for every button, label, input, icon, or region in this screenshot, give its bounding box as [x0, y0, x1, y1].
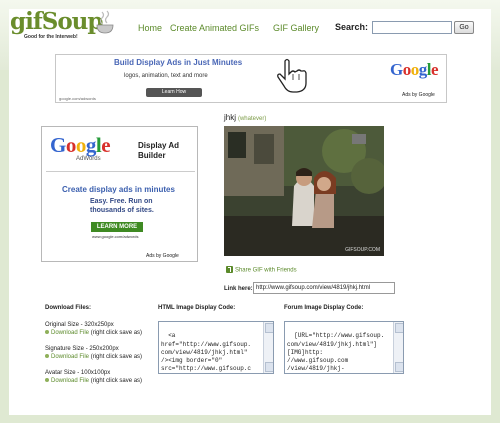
- forum-code-scrollbar[interactable]: [393, 322, 403, 373]
- gif-tag-link[interactable]: (whatever): [238, 116, 266, 122]
- link-label: Link here:: [224, 286, 253, 292]
- share-link[interactable]: Share GIF with Friends: [235, 267, 297, 273]
- gif-watermark: GIFSOUP.COM: [345, 247, 380, 253]
- download-link-signature[interactable]: Download File: [51, 354, 89, 360]
- gif-title-row: jhkj (whatever): [224, 113, 266, 122]
- top-ad-attribution[interactable]: Ads by Google: [402, 92, 435, 98]
- download-size-label: Avatar Size - 100x100px: [45, 370, 111, 376]
- download-note: (right click save as): [90, 378, 143, 384]
- bullet-icon: [45, 330, 49, 335]
- search-label: Search:: [335, 22, 369, 32]
- left-ad-headline: Create display ads in minutes: [62, 185, 175, 194]
- forum-code-textarea[interactable]: [URL="http://www.gifsoup. com/view/4819/…: [284, 321, 404, 374]
- share-row[interactable]: Share GIF with Friends: [226, 266, 297, 273]
- left-ad-google-logo: Google: [50, 133, 111, 157]
- nav-home-link[interactable]: Home: [138, 23, 162, 33]
- left-ad-sub2: thousands of sites.: [90, 207, 154, 214]
- download-link-original[interactable]: Download File: [51, 330, 89, 336]
- gif-preview-image[interactable]: GIFSOUP.COM: [224, 126, 384, 256]
- downloads-header: Download Files:: [45, 305, 92, 311]
- left-ad-divider: [46, 171, 195, 172]
- download-item-signature: Signature Size - 250x200px Download File…: [45, 345, 142, 361]
- search-input[interactable]: [372, 21, 452, 34]
- logo-text: gifSoup: [10, 8, 103, 35]
- hand-cursor-icon: [277, 58, 307, 93]
- top-ad-subline: logos, animation, text and more: [124, 73, 208, 79]
- left-ad-attribution[interactable]: Ads by Google: [146, 253, 179, 259]
- left-ad-adwords: AdWords: [76, 156, 101, 162]
- link-field[interactable]: http://www.gifsoup.com/view/4819/jhkj.ht…: [253, 282, 395, 294]
- download-size-label: Signature Size - 250x200px: [45, 346, 119, 352]
- left-ad-url: www.google.com/adwords: [92, 234, 139, 239]
- bullet-icon: [45, 354, 49, 359]
- top-ad-google-logo: Google: [390, 60, 439, 79]
- site-logo[interactable]: gifSoup Good for the Interweb!: [10, 8, 103, 48]
- top-banner-ad[interactable]: Build Display Ads in Just Minutes logos,…: [55, 54, 447, 103]
- top-ad-learn-button[interactable]: Learn How: [146, 88, 202, 97]
- html-code-header: HTML Image Display Code:: [158, 305, 236, 311]
- bullet-icon: [45, 378, 49, 383]
- html-code-textarea[interactable]: <a href="http://www.gifsoup. com/view/48…: [158, 321, 274, 374]
- nav-gallery-link[interactable]: GIF Gallery: [273, 23, 319, 33]
- soup-bowl-icon: [96, 10, 114, 34]
- download-note: (right click save as): [90, 330, 143, 336]
- search-go-button[interactable]: Go: [454, 21, 474, 34]
- left-ad-product: Display Ad Builder: [138, 141, 180, 160]
- top-ad-url: google.com/adwords: [59, 96, 96, 101]
- gif-title: jhkj: [224, 113, 237, 122]
- html-code-text: <a href="http://www.gifsoup. com/view/48…: [161, 332, 252, 373]
- download-size-label: Original Size - 320x250px: [45, 322, 114, 328]
- download-note: (right click save as): [90, 354, 143, 360]
- main-nav: Home: [138, 23, 162, 33]
- nav-create-link[interactable]: Create Animated GIFs: [170, 23, 259, 33]
- download-item-original: Original Size - 320x250px Download File …: [45, 321, 142, 337]
- forum-code-text: [URL="http://www.gifsoup. com/view/4819/…: [287, 332, 385, 373]
- download-item-avatar: Avatar Size - 100x100px Download File (r…: [45, 369, 142, 385]
- left-ad-sub1: Easy. Free. Run on: [90, 198, 153, 205]
- left-side-ad[interactable]: Google AdWords Display Ad Builder Create…: [41, 126, 198, 262]
- share-icon: [226, 266, 233, 273]
- download-link-avatar[interactable]: Download File: [51, 378, 89, 384]
- gif-scene-illustration: [224, 126, 384, 256]
- html-code-scrollbar[interactable]: [263, 322, 273, 373]
- top-ad-headline: Build Display Ads in Just Minutes: [114, 58, 243, 67]
- forum-code-header: Forum Image Display Code:: [284, 305, 364, 311]
- left-ad-learn-more-button[interactable]: LEARN MORE: [91, 222, 143, 232]
